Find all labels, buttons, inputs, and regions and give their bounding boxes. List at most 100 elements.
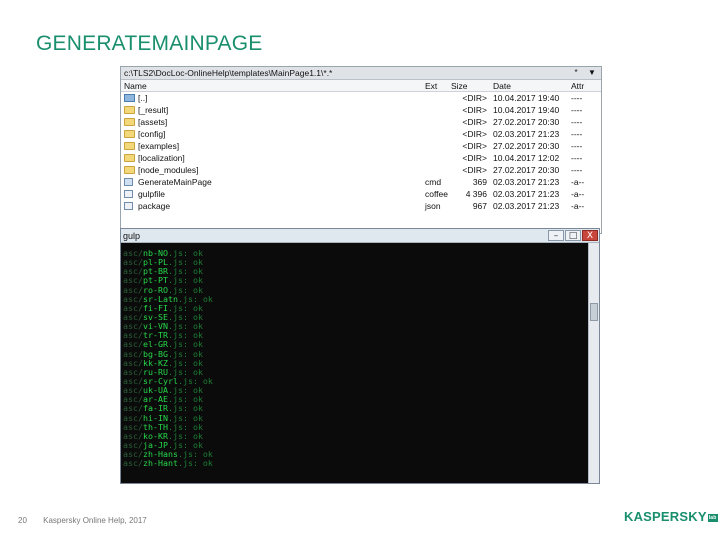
column-header-attr[interactable]: Attr: [571, 81, 601, 91]
console-title: gulp: [123, 230, 141, 241]
file-name: [examples]: [138, 141, 180, 151]
file-size: <DIR>: [462, 129, 487, 139]
folder-icon: [124, 166, 135, 174]
line-prefix: asc/: [123, 458, 143, 469]
column-header-row: Name Ext Size Date Attr: [121, 80, 601, 92]
column-header-date[interactable]: Date: [491, 81, 571, 91]
console-line: asc/zh-Hant.js: ok: [123, 459, 589, 468]
file-size: <DIR>: [462, 153, 487, 163]
kaspersky-logo: KASPERSKY lab: [624, 509, 718, 524]
console-scrollbar[interactable]: [588, 243, 599, 483]
path-history-button[interactable]: *: [570, 68, 582, 78]
file-row[interactable]: [..] <DIR> 10.04.2017 19:40 ----: [121, 92, 601, 104]
maximize-button[interactable]: □: [565, 230, 581, 241]
page-number: 20: [18, 516, 27, 525]
file-date: 27.02.2017 20:30: [493, 165, 560, 175]
file-name-cell: [_result]: [121, 105, 425, 115]
file-size: <DIR>: [462, 141, 487, 151]
parent-folder-icon: [124, 94, 135, 102]
minimize-button[interactable]: –: [548, 230, 564, 241]
file-attr: ----: [571, 117, 583, 127]
file-name-cell: [localization]: [121, 153, 425, 163]
path-dropdown-button[interactable]: ▼: [586, 68, 598, 78]
file-row[interactable]: GenerateMainPage cmd 369 02.03.2017 21:23 -a…: [121, 176, 601, 188]
file-name: [config]: [138, 129, 166, 139]
file-size: <DIR>: [462, 93, 487, 103]
file-attr: ----: [571, 153, 583, 163]
file-row[interactable]: [config] <DIR> 02.03.2017 21:23 ----: [121, 128, 601, 140]
file-name: GenerateMainPage: [138, 177, 212, 187]
file-name-cell: [config]: [121, 129, 425, 139]
file-name: [..]: [138, 93, 148, 103]
file-date: 27.02.2017 20:30: [493, 141, 560, 151]
path-bar: c:\TLS2\DocLoc-OnlineHelp\templates\Main…: [121, 67, 601, 80]
file-name: gulpfile: [138, 189, 165, 199]
file-row[interactable]: [examples] <DIR> 27.02.2017 20:30 ----: [121, 140, 601, 152]
logo-badge: lab: [707, 514, 718, 522]
file-ext: coffee: [425, 189, 449, 199]
file-size: <DIR>: [462, 105, 487, 115]
console-title-bar: gulp – □ X: [121, 229, 599, 243]
file-attr: ----: [571, 105, 583, 115]
file-ext: cmd: [425, 177, 442, 187]
file-attr: ----: [571, 129, 583, 139]
file-name-cell: gulpfile: [121, 189, 425, 199]
console-output: asc/nb-NO.js: ok asc/pl-PL.js: ok asc/pt-B…: [121, 243, 589, 483]
current-path[interactable]: c:\TLS2\DocLoc-OnlineHelp\templates\Main…: [124, 68, 566, 78]
file-attr: ----: [571, 165, 583, 175]
file-row[interactable]: gulpfile coffee 4 396 02.03.2017 21:23 -a--: [121, 188, 601, 200]
scrollbar-thumb[interactable]: [590, 303, 598, 321]
folder-icon: [124, 118, 135, 126]
file-attr: -a--: [571, 189, 585, 199]
file-name: [node_modules]: [138, 165, 199, 175]
file-name-cell: [node_modules]: [121, 165, 425, 175]
file-row[interactable]: [_result] <DIR> 10.04.2017 19:40 ----: [121, 104, 601, 116]
close-button[interactable]: X: [582, 230, 598, 241]
file-row[interactable]: package json 967 02.03.2017 21:23 -a--: [121, 200, 601, 212]
file-name: [assets]: [138, 117, 168, 127]
column-header-name[interactable]: Name: [121, 81, 425, 91]
column-header-ext[interactable]: Ext: [425, 81, 451, 91]
file-icon: [124, 178, 133, 186]
file-name: package: [138, 201, 171, 211]
logo-text: KASPERSKY: [624, 509, 707, 524]
file-row[interactable]: [assets] <DIR> 27.02.2017 20:30 ----: [121, 116, 601, 128]
folder-icon: [124, 130, 135, 138]
file-date: 10.04.2017 19:40: [493, 93, 560, 103]
file-ext: json: [425, 201, 441, 211]
file-attr: -a--: [571, 201, 585, 211]
file-row[interactable]: [node_modules] <DIR> 27.02.2017 20:30 ----: [121, 164, 601, 176]
file-size: 967: [472, 201, 487, 211]
footer-text: Kaspersky Online Help, 2017: [43, 516, 147, 525]
slide-footer: 20 Kaspersky Online Help, 2017: [18, 516, 147, 525]
file-size: <DIR>: [462, 117, 487, 127]
file-list: [..] <DIR> 10.04.2017 19:40 ---- [_result] <D…: [121, 92, 601, 212]
file-name: [_result]: [138, 105, 169, 115]
file-name-cell: [assets]: [121, 117, 425, 127]
file-row[interactable]: [localization] <DIR> 10.04.2017 12:02 ----: [121, 152, 601, 164]
file-size: 369: [472, 177, 487, 187]
file-manager-panel: c:\TLS2\DocLoc-OnlineHelp\templates\Main…: [120, 66, 602, 234]
file-date: 10.04.2017 19:40: [493, 105, 560, 115]
file-attr: ----: [571, 141, 583, 151]
folder-icon: [124, 142, 135, 150]
file-name-cell: [examples]: [121, 141, 425, 151]
console-window: gulp – □ X asc/nb-NO.js: ok asc/pl-PL.js:…: [120, 228, 600, 484]
file-icon: [124, 190, 133, 198]
file-size: <DIR>: [462, 165, 487, 175]
column-header-size[interactable]: Size: [451, 81, 491, 91]
file-date: 02.03.2017 21:23: [493, 189, 560, 199]
file-date: 10.04.2017 12:02: [493, 153, 560, 163]
file-date: 02.03.2017 21:23: [493, 129, 560, 139]
file-name-cell: GenerateMainPage: [121, 177, 425, 187]
file-name: [localization]: [138, 153, 185, 163]
file-icon: [124, 202, 133, 210]
file-date: 27.02.2017 20:30: [493, 117, 560, 127]
file-name-cell: package: [121, 201, 425, 211]
file-date: 02.03.2017 21:23: [493, 201, 560, 211]
folder-icon: [124, 106, 135, 114]
file-attr: -a--: [571, 177, 585, 187]
slide-title: GENERATEMAINPAGE: [36, 32, 263, 55]
file-attr: ----: [571, 93, 583, 103]
file-date: 02.03.2017 21:23: [493, 177, 560, 187]
